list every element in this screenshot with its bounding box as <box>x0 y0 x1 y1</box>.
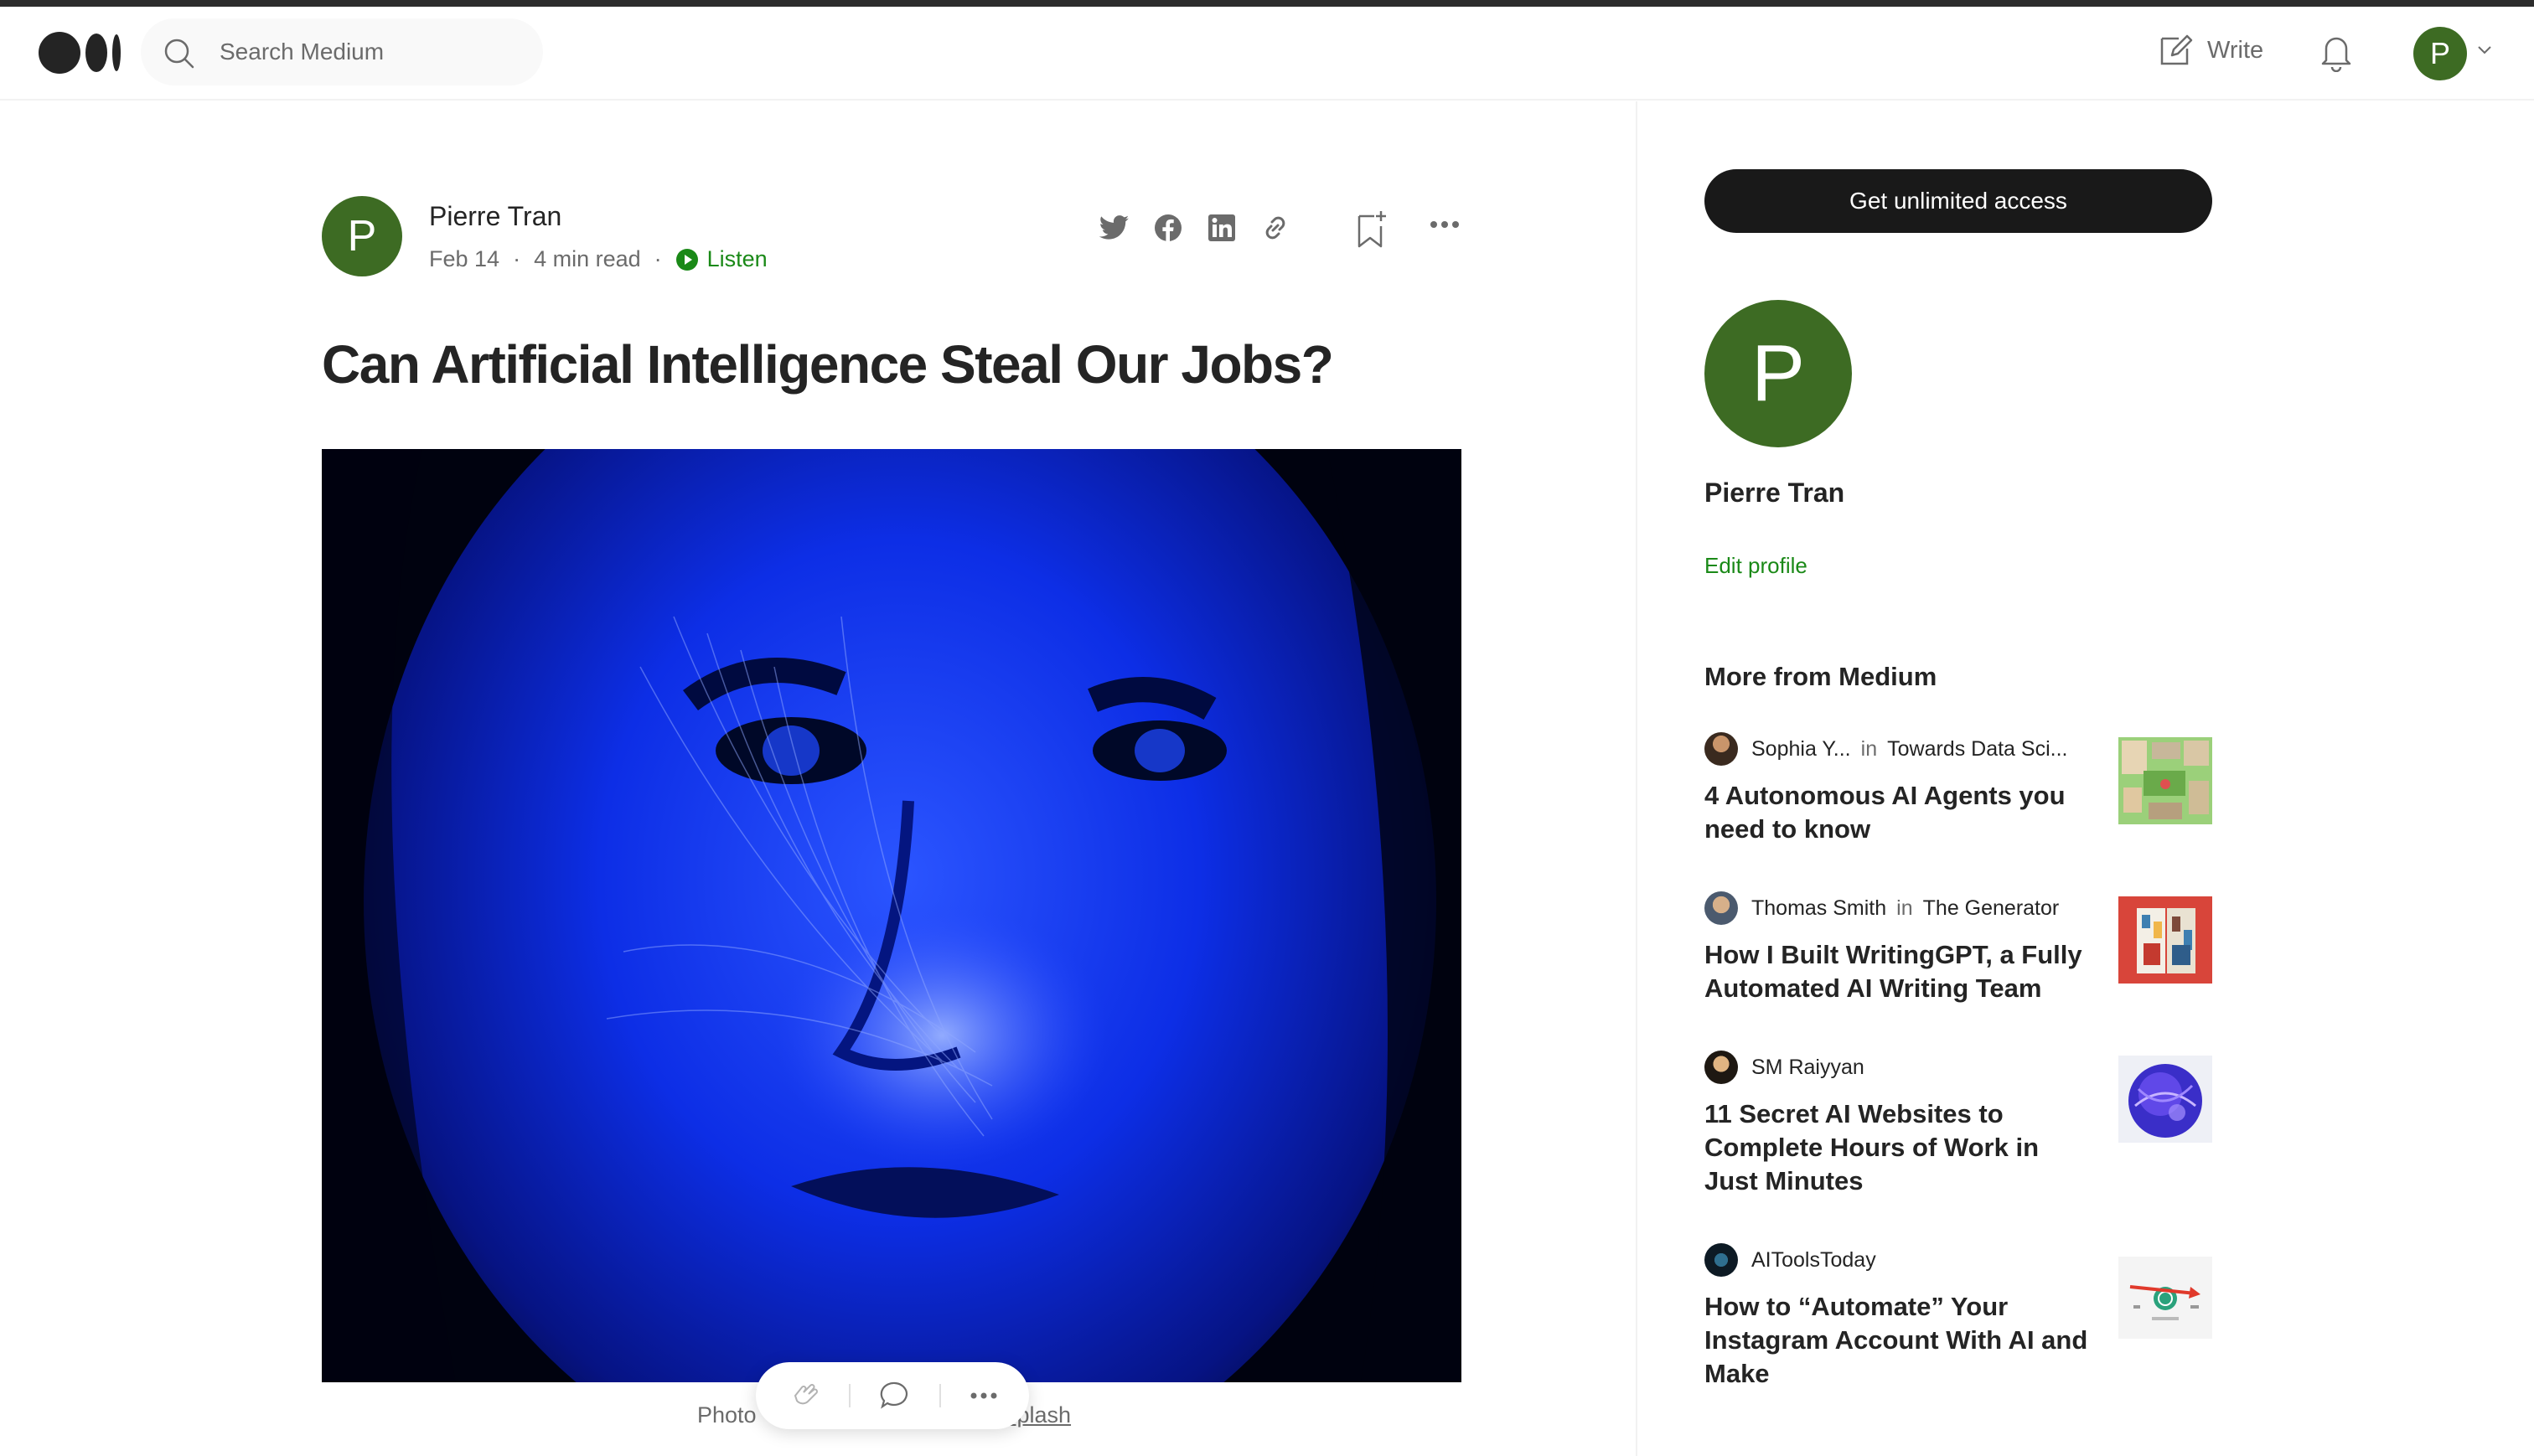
author-name[interactable]: SM Raiyyan <box>1751 1056 1864 1080</box>
share-actions <box>1098 211 1312 245</box>
top-nav: Search Medium Write P <box>0 7 2534 101</box>
listen-label: Listen <box>706 246 768 271</box>
author-name[interactable]: Pierre Tran <box>429 201 561 232</box>
floating-action-bar <box>756 1362 1029 1429</box>
author-name[interactable]: Thomas Smith <box>1751 896 1886 921</box>
twitter-icon <box>1099 215 1129 240</box>
recommended-title[interactable]: 4 Autonomous AI Agents you need to know <box>1704 779 2098 846</box>
article-meta: Feb 14 · 4 min read · Listen <box>429 246 768 272</box>
author-avatar[interactable] <box>1704 1051 1738 1084</box>
more-options-icon[interactable] <box>970 1391 998 1400</box>
notifications-button[interactable] <box>2318 32 2355 76</box>
browser-top-edge <box>0 0 2534 7</box>
listen-button[interactable]: Listen <box>675 246 768 272</box>
comment-icon[interactable] <box>879 1380 911 1412</box>
article-thumbnail[interactable] <box>2118 1257 2212 1339</box>
hero-image <box>322 449 1461 1382</box>
image-caption: Photo splash <box>697 1402 1071 1428</box>
article-thumbnail[interactable] <box>2118 1056 2212 1143</box>
edit-profile-link[interactable]: Edit profile <box>1704 553 1807 579</box>
recommended-byline: Sophia Y... in Towards Data Sci... <box>1704 732 2067 766</box>
twitter-share-button[interactable] <box>1098 211 1131 245</box>
article-thumbnail[interactable] <box>2118 737 2212 824</box>
linkedin-share-button[interactable] <box>1205 211 1239 245</box>
copy-link-button[interactable] <box>1259 211 1292 245</box>
author-avatar[interactable]: P <box>322 196 402 276</box>
user-avatar[interactable]: P <box>2413 27 2467 80</box>
linkedin-icon <box>1208 214 1235 241</box>
author-avatar[interactable] <box>1704 891 1738 925</box>
publication-name[interactable]: The Generator <box>1923 896 2060 921</box>
medium-logo[interactable] <box>39 32 121 74</box>
recommended-title[interactable]: How to “Automate” Your Instagram Account… <box>1704 1290 2098 1391</box>
get-unlimited-access-button[interactable]: Get unlimited access <box>1704 169 2212 233</box>
article-title: Can Artificial Intelligence Steal Our Jo… <box>322 334 1334 395</box>
chevron-down-icon[interactable] <box>2477 45 2492 55</box>
caption-text: Photo <box>697 1402 757 1428</box>
author-name[interactable]: AIToolsToday <box>1751 1248 1876 1273</box>
article-thumbnail[interactable] <box>2118 896 2212 984</box>
clap-icon[interactable] <box>787 1379 820 1412</box>
publication-name[interactable]: Towards Data Sci... <box>1887 737 2067 762</box>
write-label: Write <box>2207 36 2264 64</box>
play-icon <box>675 248 698 271</box>
recommended-byline: SM Raiyyan <box>1704 1051 1885 1084</box>
column-divider <box>1636 101 1637 1456</box>
author-avatar[interactable] <box>1704 732 1738 766</box>
recommended-title[interactable]: How I Built WritingGPT, a Fully Automate… <box>1704 938 2098 1005</box>
recommended-byline: AIToolsToday <box>1704 1243 1896 1277</box>
profile-avatar[interactable]: P <box>1704 300 1852 447</box>
write-button[interactable]: Write <box>2157 32 2263 69</box>
bookmark-add-icon[interactable] <box>1354 209 1388 250</box>
author-avatar[interactable] <box>1704 1243 1738 1277</box>
link-icon <box>1265 216 1285 240</box>
profile-name[interactable]: Pierre Tran <box>1704 478 1844 509</box>
search-icon <box>164 39 194 69</box>
publish-date: Feb 14 <box>429 246 500 271</box>
write-icon <box>2160 34 2193 65</box>
facebook-icon <box>1155 214 1182 242</box>
bell-icon <box>2321 37 2351 73</box>
read-time: 4 min read <box>534 246 641 271</box>
recommended-title[interactable]: 11 Secret AI Websites to Complete Hours … <box>1704 1097 2098 1198</box>
more-options-icon[interactable] <box>1430 219 1460 230</box>
search-placeholder: Search Medium <box>220 39 385 65</box>
more-from-medium-heading: More from Medium <box>1704 662 1937 691</box>
author-name[interactable]: Sophia Y... <box>1751 737 1851 762</box>
search-input[interactable]: Search Medium <box>141 18 543 85</box>
facebook-share-button[interactable] <box>1151 211 1185 245</box>
recommended-byline: Thomas Smith in The Generator <box>1704 891 2059 925</box>
